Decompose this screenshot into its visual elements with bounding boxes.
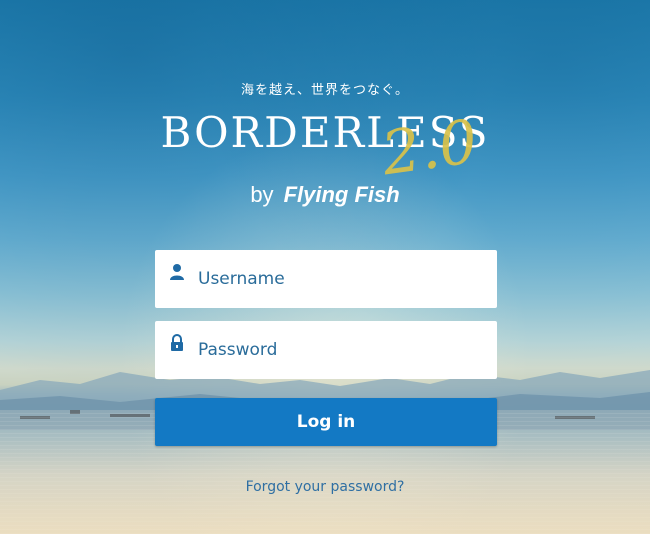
tagline: 海を越え、世界をつなぐ。 xyxy=(240,83,409,98)
user-icon xyxy=(170,264,184,280)
lock-icon xyxy=(171,334,183,351)
forgot-password-link[interactable]: Forgot your password? xyxy=(246,479,405,495)
login-button[interactable]: Log in xyxy=(155,398,497,446)
password-field[interactable] xyxy=(155,321,497,379)
forgot-password-container: Forgot your password? xyxy=(0,479,650,495)
password-input[interactable] xyxy=(198,321,488,379)
username-field[interactable] xyxy=(155,250,497,308)
logo-brand: Flying Fish xyxy=(283,182,400,207)
logo-version: 2.0 xyxy=(377,106,482,190)
login-screen: 海を越え、世界をつなぐ。 BORDERLESS 2.0 by Flying Fis… xyxy=(0,0,650,534)
username-input[interactable] xyxy=(198,250,488,308)
logo-by-text: by xyxy=(250,182,274,207)
logo-byline: by Flying Fish xyxy=(150,182,500,208)
